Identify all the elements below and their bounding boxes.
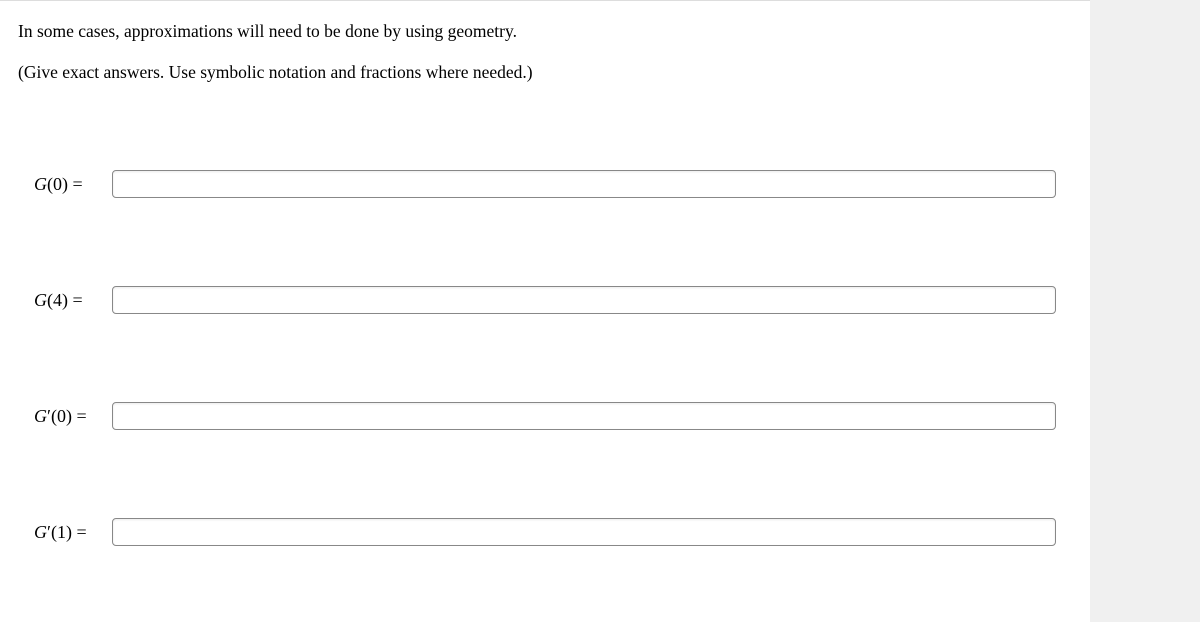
answer-input-g4[interactable]: [112, 286, 1056, 314]
answer-input-gp0[interactable]: [112, 402, 1056, 430]
content-area: In some cases, approximations will need …: [0, 0, 1090, 546]
field-row-g0: G(0) =: [34, 170, 1056, 198]
field-label-g4: G(4) =: [34, 290, 100, 311]
answer-fields: G(0) = G(4) = G′(0) = G′(1) =: [0, 100, 1090, 546]
field-label-g0: G(0) =: [34, 174, 100, 195]
answer-input-gp1[interactable]: [112, 518, 1056, 546]
instruction-line-2: (Give exact answers. Use symbolic notati…: [18, 60, 1072, 85]
answer-input-g0[interactable]: [112, 170, 1056, 198]
instruction-line-1: In some cases, approximations will need …: [18, 19, 1072, 44]
instruction-block: In some cases, approximations will need …: [0, 5, 1090, 84]
field-row-gp0: G′(0) =: [34, 402, 1056, 430]
field-row-g4: G(4) =: [34, 286, 1056, 314]
field-label-gp1: G′(1) =: [34, 522, 100, 543]
page-container: In some cases, approximations will need …: [0, 0, 1090, 622]
field-row-gp1: G′(1) =: [34, 518, 1056, 546]
field-label-gp0: G′(0) =: [34, 406, 100, 427]
